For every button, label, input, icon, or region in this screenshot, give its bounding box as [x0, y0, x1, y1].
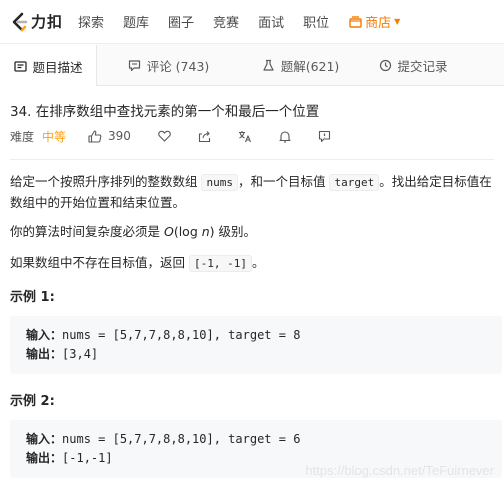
- logo[interactable]: 力扣: [10, 11, 70, 32]
- output-label: 输出：: [26, 451, 63, 465]
- problem-meta: 难度 中等 390: [10, 127, 350, 145]
- desc-text: ，和一个目标值: [237, 174, 330, 189]
- share-icon[interactable]: [198, 130, 211, 143]
- desc-text: 给定一个按照升序排列的整数数组: [10, 174, 202, 189]
- example-2-title: 示例 2:: [10, 394, 55, 409]
- desc-text: 。: [251, 255, 265, 270]
- nav-problemset[interactable]: 题库: [123, 12, 149, 31]
- tab-comments-label: 评论 (743): [146, 58, 210, 74]
- document-icon: [13, 59, 27, 73]
- chevron-down-icon: ▼: [394, 17, 401, 26]
- leetcode-logo-icon: [10, 12, 28, 32]
- inline-code: target: [329, 174, 380, 191]
- desc-text: ) 级别。: [209, 224, 257, 239]
- output-value: [3,4]: [62, 347, 99, 361]
- watermark: https://blog.csdn.net/TeFuirnever: [305, 463, 494, 478]
- inline-code: [-1, -1]: [188, 255, 252, 272]
- nav-interview[interactable]: 面试: [258, 12, 284, 31]
- store-label: 商店: [365, 16, 392, 31]
- input-label: 输入：: [26, 432, 63, 446]
- tab-solutions[interactable]: 题解(621): [240, 44, 361, 86]
- inline-code: nums: [201, 174, 238, 191]
- example-1-title: 示例 1:: [10, 290, 55, 305]
- flask-icon: [262, 58, 276, 72]
- desc-text: 你的算法时间复杂度必须是: [10, 224, 164, 239]
- bell-icon[interactable]: [279, 130, 291, 143]
- example-1-block: 输入：nums = [5,7,7,8,8,10], target = 8 输出：…: [10, 316, 502, 374]
- problem-title: 34. 在排序数组中查找元素的第一个和最后一个位置: [10, 104, 320, 120]
- comment-icon: [128, 58, 142, 72]
- description-paragraph-3: 如果数组中不存在目标值，返回 [-1, -1]。: [10, 253, 502, 274]
- description-paragraph-2: 你的算法时间复杂度必须是 O(log n) 级别。: [10, 222, 502, 242]
- difficulty-label: 难度: [10, 129, 35, 144]
- input-value: nums = [5,7,7,8,8,10], target = 6: [62, 432, 301, 446]
- desc-text: (log: [173, 224, 202, 239]
- like-count: 390: [108, 129, 131, 143]
- thumbs-up-icon: [88, 129, 102, 143]
- example-output-row: 输出：[3,4]: [26, 345, 486, 364]
- tab-submissions-label: 提交记录: [397, 58, 448, 74]
- top-nav: 力扣 探索 题库 圈子 竞赛 面试 职位 商店 ▼: [0, 0, 504, 44]
- output-label: 输出：: [26, 347, 63, 361]
- problem-tabs: 题目描述 评论 (743) 题解(621) 提交记录: [0, 44, 504, 86]
- example-input-row: 输入：nums = [5,7,7,8,8,10], target = 6: [26, 430, 486, 449]
- logo-text: 力扣: [31, 13, 64, 31]
- input-label: 输入：: [26, 328, 63, 342]
- desc-math: O: [163, 224, 174, 239]
- tab-comments[interactable]: 评论 (743): [97, 44, 240, 86]
- output-value: [-1,-1]: [62, 451, 113, 465]
- nav-jobs[interactable]: 职位: [303, 12, 329, 31]
- desc-math: n: [201, 224, 210, 239]
- store-icon: [349, 15, 362, 28]
- favorite-icon[interactable]: [158, 130, 171, 142]
- tab-description[interactable]: 题目描述: [0, 44, 97, 86]
- tab-submissions[interactable]: 提交记录: [361, 44, 465, 86]
- like-button[interactable]: 390: [88, 129, 131, 143]
- description-paragraph-1: 给定一个按照升序排列的整数数组 nums ，和一个目标值 target 。找出给定目…: [10, 172, 502, 213]
- difficulty-badge: 中等: [42, 129, 67, 144]
- nav-circle[interactable]: 圈子: [168, 12, 194, 31]
- nav-contest[interactable]: 竞赛: [213, 12, 239, 31]
- clock-icon: [378, 58, 392, 72]
- translate-icon[interactable]: [238, 130, 252, 143]
- nav-explore[interactable]: 探索: [78, 12, 104, 31]
- desc-text: 如果数组中不存在目标值，返回: [10, 255, 189, 270]
- divider: [10, 159, 494, 160]
- nav-store[interactable]: 商店 ▼: [349, 12, 400, 31]
- feedback-icon[interactable]: [318, 130, 331, 143]
- tab-solutions-label: 题解(621): [280, 58, 340, 74]
- tab-description-label: 题目描述: [32, 59, 83, 75]
- input-value: nums = [5,7,7,8,8,10], target = 8: [62, 328, 301, 342]
- example-input-row: 输入：nums = [5,7,7,8,8,10], target = 8: [26, 326, 486, 345]
